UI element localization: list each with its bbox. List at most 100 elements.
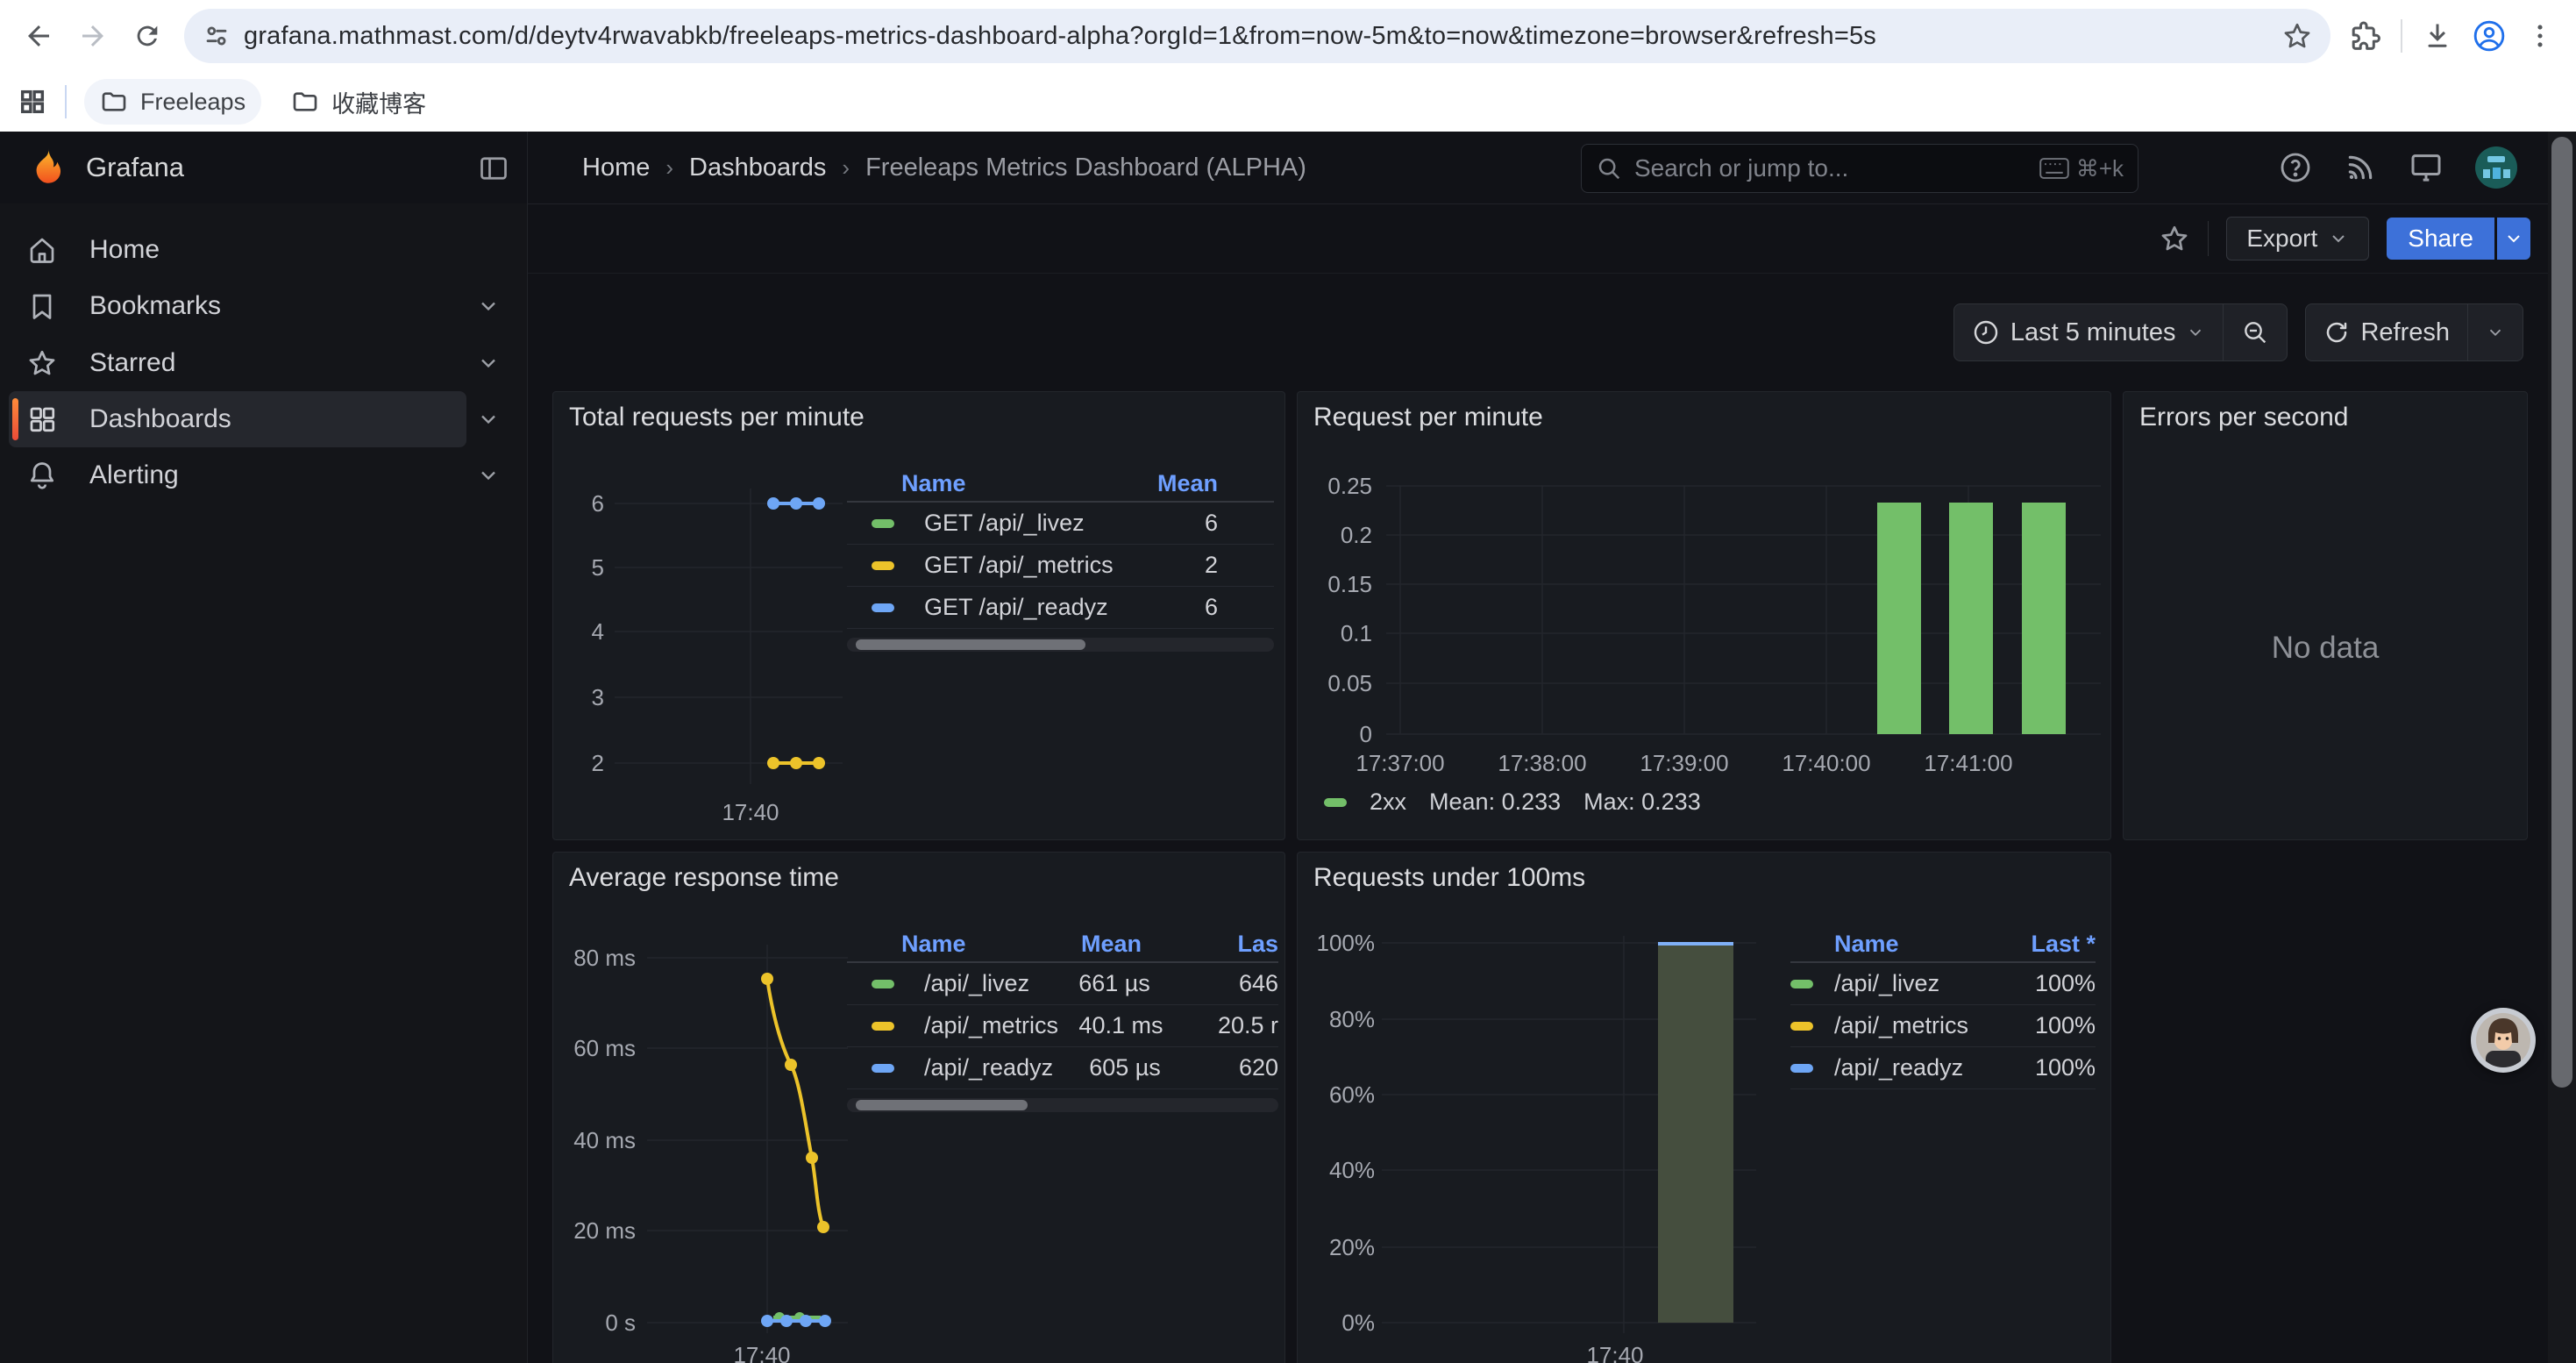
col-header-mean[interactable]: Mean (1130, 470, 1218, 497)
table-row[interactable]: /api/_readyz 605 µs 620 (847, 1046, 1278, 1089)
x-tick: 17:41:00 (1924, 750, 2012, 776)
col-header-name[interactable]: Name (847, 931, 966, 958)
series-swatch[interactable] (872, 1022, 894, 1031)
chevron-down-icon[interactable] (476, 407, 501, 432)
panel-avg-response-time[interactable]: Average response time 80 ms 60 ms 40 ms … (552, 852, 1285, 1363)
site-info-icon[interactable] (202, 21, 231, 51)
grafana-top-nav: Grafana Home › Dashboards › Freeleaps Me… (0, 132, 2576, 204)
col-header-last[interactable]: Las (1173, 931, 1278, 958)
actions-divider (2208, 221, 2209, 256)
panel-title[interactable]: Errors per second (2139, 403, 2348, 432)
legend-table: Name Mean Las /api/_livez 661 µs 646 /ap… (847, 926, 1278, 1112)
chevron-down-icon[interactable] (476, 351, 501, 375)
extensions-icon[interactable] (2350, 20, 2381, 52)
panel-total-requests[interactable]: Total requests per minute 6 5 4 3 2 17:4… (552, 391, 1285, 840)
grafana-logo[interactable] (25, 146, 68, 189)
bookmark-folder-blogs[interactable]: 收藏博客 (275, 79, 442, 125)
series-swatch[interactable] (1790, 1022, 1813, 1031)
table-row[interactable]: /api/_readyz 100% (1790, 1046, 2096, 1089)
news-rss-icon[interactable] (2343, 150, 2378, 185)
legend-scrollbar[interactable] (847, 1098, 1278, 1112)
legend-series: 2xx (1370, 789, 1406, 816)
table-row[interactable]: GET /api/_readyz 6 (847, 586, 1274, 629)
sidebar-item-alerting[interactable]: Alerting (0, 447, 527, 503)
series-swatch[interactable] (1790, 980, 1813, 988)
monitor-icon[interactable] (2408, 150, 2444, 185)
zoom-out-button[interactable] (2224, 304, 2287, 360)
refresh-button[interactable]: Refresh (2306, 304, 2467, 360)
y-tick: 0.2 (1341, 522, 1372, 548)
bars-2xx[interactable] (1877, 503, 2066, 734)
user-avatar[interactable] (2474, 146, 2518, 189)
url-text[interactable]: grafana.mathmast.com/d/deytv4rwavabkb/fr… (244, 22, 2281, 51)
chart-request-per-minute[interactable]: 0.25 0.2 0.15 0.1 0.05 0 17:37:00 17:38:… (1298, 392, 2110, 839)
time-range-picker[interactable]: Last 5 minutes (1954, 304, 2224, 360)
grafana-brand[interactable]: Grafana (86, 132, 184, 203)
y-tick: 60 ms (573, 1035, 636, 1061)
keyboard-icon (2039, 157, 2069, 180)
table-row[interactable]: /api/_metrics 100% (1790, 1004, 2096, 1046)
col-header-name[interactable]: Name (1790, 931, 1899, 958)
series-swatch[interactable] (872, 1064, 894, 1073)
legend-table: Name Last * /api/_livez 100% /api/_metri… (1790, 926, 2096, 1089)
panel-request-per-minute[interactable]: Request per minute 0.25 0.2 0.15 (1297, 391, 2111, 840)
col-header-mean[interactable]: Mean (1010, 931, 1142, 958)
sidebar-item-starred[interactable]: Starred (0, 335, 527, 391)
legend-scrollbar[interactable] (847, 638, 1274, 652)
refresh-interval-button[interactable] (2468, 304, 2523, 360)
refresh-label: Refresh (2360, 318, 2450, 347)
star-dashboard-icon[interactable] (2159, 223, 2190, 254)
panel-requests-under-100ms[interactable]: Requests under 100ms 100% 80% 60% 40% 20… (1297, 852, 2111, 1363)
breadcrumb-dashboards[interactable]: Dashboards (689, 153, 826, 182)
bookmark-icon (26, 290, 58, 322)
export-button[interactable]: Export (2226, 217, 2369, 260)
apps-grid-icon[interactable] (18, 87, 47, 117)
page-scrollbar[interactable] (2548, 132, 2576, 1363)
table-row[interactable]: /api/_livez 661 µs 646 (847, 963, 1278, 1004)
sidebar-item-home[interactable]: Home (0, 222, 527, 278)
series-swatch[interactable] (872, 561, 894, 570)
floating-assistant-avatar[interactable] (2471, 1008, 2536, 1073)
table-row[interactable]: GET /api/_metrics 2 (847, 544, 1274, 586)
bookmark-folder-freeleaps[interactable]: Freeleaps (84, 79, 261, 125)
col-header-last[interactable]: Last * (1999, 931, 2096, 958)
table-row[interactable]: /api/_livez 100% (1790, 963, 2096, 1004)
address-bar[interactable]: grafana.mathmast.com/d/deytv4rwavabkb/fr… (184, 9, 2330, 63)
chevron-down-icon[interactable] (476, 463, 501, 488)
sidebar-item-bookmarks[interactable]: Bookmarks (0, 278, 527, 334)
x-tick: 17:40 (733, 1342, 790, 1363)
reload-button[interactable] (123, 11, 172, 61)
x-tick: 17:40 (722, 799, 779, 825)
sidebar-item-dashboards[interactable]: Dashboards (0, 391, 527, 447)
series-swatch[interactable] (872, 519, 894, 528)
series-swatch[interactable] (872, 603, 894, 612)
back-button[interactable] (14, 11, 63, 61)
bookmark-label: Freeleaps (140, 89, 246, 116)
browser-menu-icon[interactable] (2525, 21, 2555, 51)
y-tick: 0.25 (1327, 473, 1372, 499)
y-tick: 80 ms (573, 945, 636, 971)
download-icon[interactable] (2422, 20, 2453, 52)
col-header-name[interactable]: Name (847, 470, 966, 497)
scrollbar-thumb[interactable] (2551, 137, 2572, 1088)
profile-avatar-icon[interactable] (2473, 19, 2506, 53)
table-row[interactable]: /api/_metrics 40.1 ms 20.5 r (847, 1004, 1278, 1046)
series-swatch[interactable] (1790, 1064, 1813, 1073)
dock-menu-icon[interactable] (478, 153, 509, 184)
forward-button[interactable] (68, 11, 117, 61)
help-icon[interactable] (2278, 150, 2313, 185)
bar-100pct[interactable] (1658, 944, 1733, 1323)
y-tick: 3 (592, 684, 604, 710)
share-menu-button[interactable] (2497, 218, 2530, 260)
search-icon (1596, 155, 1622, 182)
table-row[interactable]: GET /api/_livez 6 (847, 503, 1274, 544)
chart-legend[interactable]: 2xx Mean: 0.233 Max: 0.233 (1324, 789, 1701, 816)
panel-errors-per-second[interactable]: Errors per second No data (2123, 391, 2528, 840)
search-input[interactable]: Search or jump to... ⌘+k (1581, 144, 2138, 193)
breadcrumb-home[interactable]: Home (582, 153, 650, 182)
share-button[interactable]: Share (2387, 218, 2494, 260)
bookmark-star-icon[interactable] (2281, 20, 2313, 52)
bookmarks-bar: Freeleaps 收藏博客 (0, 72, 2576, 132)
chevron-down-icon[interactable] (476, 294, 501, 318)
series-swatch[interactable] (872, 980, 894, 988)
